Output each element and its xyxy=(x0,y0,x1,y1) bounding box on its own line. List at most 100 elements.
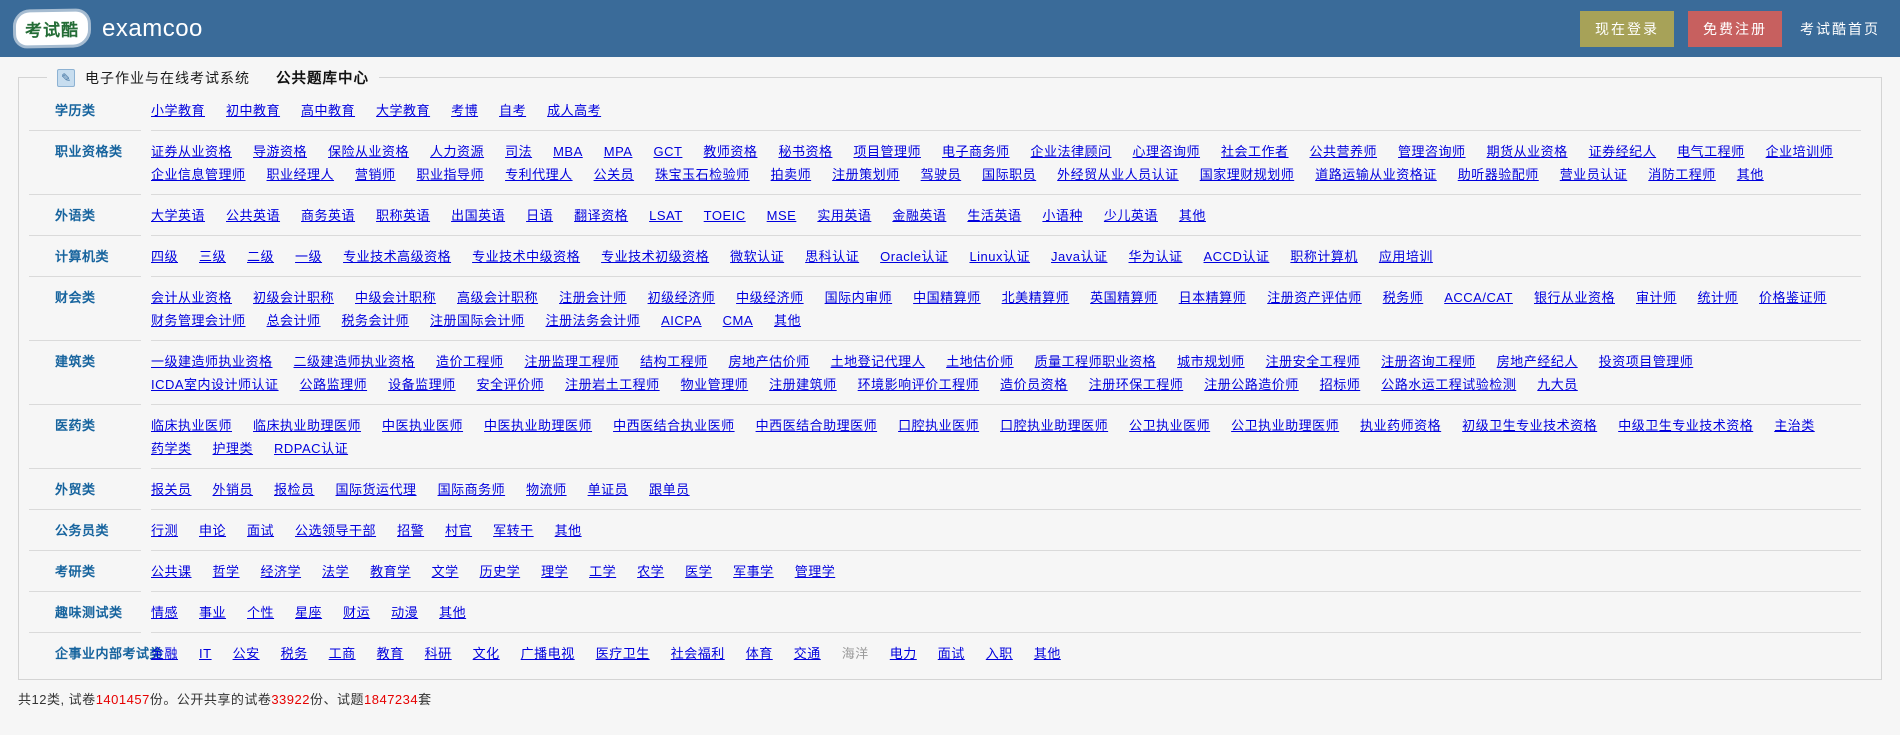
category-link[interactable]: 日语 xyxy=(526,204,553,227)
category-link[interactable]: 军事学 xyxy=(733,560,774,583)
category-link[interactable]: 物业管理师 xyxy=(681,373,749,396)
category-link[interactable]: 高中教育 xyxy=(301,99,355,122)
category-link[interactable]: 面试 xyxy=(247,519,274,542)
category-link[interactable]: 经济学 xyxy=(261,560,302,583)
category-link[interactable]: 公路监理师 xyxy=(300,373,368,396)
category-link[interactable]: 高级会计职称 xyxy=(457,286,538,309)
category-link[interactable]: 注册法务会计师 xyxy=(546,309,641,332)
category-link[interactable]: 银行从业资格 xyxy=(1534,286,1615,309)
register-button[interactable]: 免费注册 xyxy=(1688,11,1782,47)
category-link[interactable]: 造价工程师 xyxy=(436,350,504,373)
category-link[interactable]: 护理类 xyxy=(213,437,254,460)
category-link[interactable]: 国际商务师 xyxy=(438,478,506,501)
category-link[interactable]: 专业技术初级资格 xyxy=(601,245,709,268)
category-link[interactable]: 自考 xyxy=(499,99,526,122)
category-link[interactable]: 企业法律顾问 xyxy=(1030,140,1111,163)
category-link[interactable]: 注册资产评估师 xyxy=(1267,286,1362,309)
category-link[interactable]: LSAT xyxy=(649,204,683,227)
category-link[interactable]: 其他 xyxy=(1737,163,1764,186)
category-link[interactable]: 税务会计师 xyxy=(342,309,410,332)
category-link[interactable]: 国际内审师 xyxy=(825,286,893,309)
category-link[interactable]: 工学 xyxy=(589,560,616,583)
category-link[interactable]: 四级 xyxy=(151,245,178,268)
category-link[interactable]: 招警 xyxy=(397,519,424,542)
category-link[interactable]: 道路运输从业资格证 xyxy=(1315,163,1437,186)
category-link[interactable]: RDPAC认证 xyxy=(274,437,348,460)
category-link[interactable]: 招标师 xyxy=(1320,373,1361,396)
category-link[interactable]: 单证员 xyxy=(588,478,629,501)
category-link[interactable]: 三级 xyxy=(199,245,226,268)
category-link[interactable]: 电力 xyxy=(890,642,917,665)
category-link[interactable]: GCT xyxy=(653,140,682,163)
category-link[interactable]: 人力资源 xyxy=(430,140,484,163)
category-link[interactable]: 心理咨询师 xyxy=(1133,140,1201,163)
category-link[interactable]: 初级卫生专业技术资格 xyxy=(1462,414,1597,437)
category-link[interactable]: 其他 xyxy=(1034,642,1061,665)
category-link[interactable]: 文学 xyxy=(432,560,459,583)
category-link[interactable]: 审计师 xyxy=(1636,286,1677,309)
category-link[interactable]: 房地产经纪人 xyxy=(1497,350,1578,373)
category-link[interactable]: 秘书资格 xyxy=(778,140,832,163)
category-link[interactable]: 企业信息管理师 xyxy=(151,163,246,186)
category-link[interactable]: 物流师 xyxy=(526,478,567,501)
category-link[interactable]: 翻译资格 xyxy=(574,204,628,227)
category-link[interactable]: 珠宝玉石检验师 xyxy=(655,163,750,186)
category-link[interactable]: 环境影响评价工程师 xyxy=(858,373,980,396)
category-link[interactable]: 期货从业资格 xyxy=(1487,140,1568,163)
category-link[interactable]: 体育 xyxy=(746,642,773,665)
category-link[interactable]: 外销员 xyxy=(213,478,254,501)
category-link[interactable]: 教师资格 xyxy=(703,140,757,163)
category-link[interactable]: 日本精算师 xyxy=(1179,286,1247,309)
category-link[interactable]: 职称计算机 xyxy=(1290,245,1358,268)
category-link[interactable]: 企业培训师 xyxy=(1766,140,1834,163)
category-link[interactable]: 会计从业资格 xyxy=(151,286,232,309)
category-link[interactable]: 跟单员 xyxy=(649,478,690,501)
category-link[interactable]: 报检员 xyxy=(274,478,315,501)
category-link[interactable]: 思科认证 xyxy=(805,245,859,268)
category-link[interactable]: 历史学 xyxy=(480,560,521,583)
category-link[interactable]: 职称英语 xyxy=(376,204,430,227)
category-link[interactable]: 公共课 xyxy=(151,560,192,583)
category-link[interactable]: 交通 xyxy=(794,642,821,665)
category-link[interactable]: 注册建筑师 xyxy=(769,373,837,396)
category-link[interactable]: IT xyxy=(199,642,212,665)
category-link[interactable]: 个性 xyxy=(247,601,274,624)
category-link[interactable]: 财运 xyxy=(343,601,370,624)
category-link[interactable]: AICPA xyxy=(661,309,702,332)
category-link[interactable]: 结构工程师 xyxy=(640,350,708,373)
category-link[interactable]: 动漫 xyxy=(391,601,418,624)
category-link[interactable]: 中级卫生专业技术资格 xyxy=(1618,414,1753,437)
category-link[interactable]: 事业 xyxy=(199,601,226,624)
category-link[interactable]: 公共英语 xyxy=(226,204,280,227)
category-link[interactable]: 华为认证 xyxy=(1129,245,1183,268)
category-link[interactable]: 微软认证 xyxy=(730,245,784,268)
category-link[interactable]: 助听器验配师 xyxy=(1458,163,1539,186)
category-link[interactable]: 哲学 xyxy=(213,560,240,583)
category-link[interactable]: 消防工程师 xyxy=(1648,163,1716,186)
category-link[interactable]: 注册国际会计师 xyxy=(430,309,525,332)
category-link[interactable]: 农学 xyxy=(637,560,664,583)
category-link[interactable]: 电子商务师 xyxy=(942,140,1010,163)
category-link[interactable]: 项目管理师 xyxy=(853,140,921,163)
category-link[interactable]: 其他 xyxy=(555,519,582,542)
category-link[interactable]: 公选领导干部 xyxy=(295,519,376,542)
category-link[interactable]: 保险从业资格 xyxy=(328,140,409,163)
category-link[interactable]: 财务管理会计师 xyxy=(151,309,246,332)
category-link[interactable]: 营业员认证 xyxy=(1560,163,1628,186)
category-link[interactable]: MPA xyxy=(604,140,633,163)
category-link[interactable]: 行测 xyxy=(151,519,178,542)
category-link[interactable]: 大学英语 xyxy=(151,204,205,227)
category-link[interactable]: CMA xyxy=(723,309,753,332)
category-link[interactable]: 总会计师 xyxy=(267,309,321,332)
category-link[interactable]: 管理学 xyxy=(795,560,836,583)
category-link[interactable]: 中医执业医师 xyxy=(382,414,463,437)
login-button[interactable]: 现在登录 xyxy=(1580,11,1674,47)
category-link[interactable]: 生活英语 xyxy=(967,204,1021,227)
category-link[interactable]: 职业经理人 xyxy=(267,163,335,186)
category-link[interactable]: 营销师 xyxy=(355,163,396,186)
category-link[interactable]: 金融英语 xyxy=(892,204,946,227)
home-link[interactable]: 考试酷首页 xyxy=(1796,19,1884,39)
category-link[interactable]: ACCA/CAT xyxy=(1444,286,1513,309)
category-link[interactable]: 入职 xyxy=(986,642,1013,665)
category-link[interactable]: 造价员资格 xyxy=(1000,373,1068,396)
